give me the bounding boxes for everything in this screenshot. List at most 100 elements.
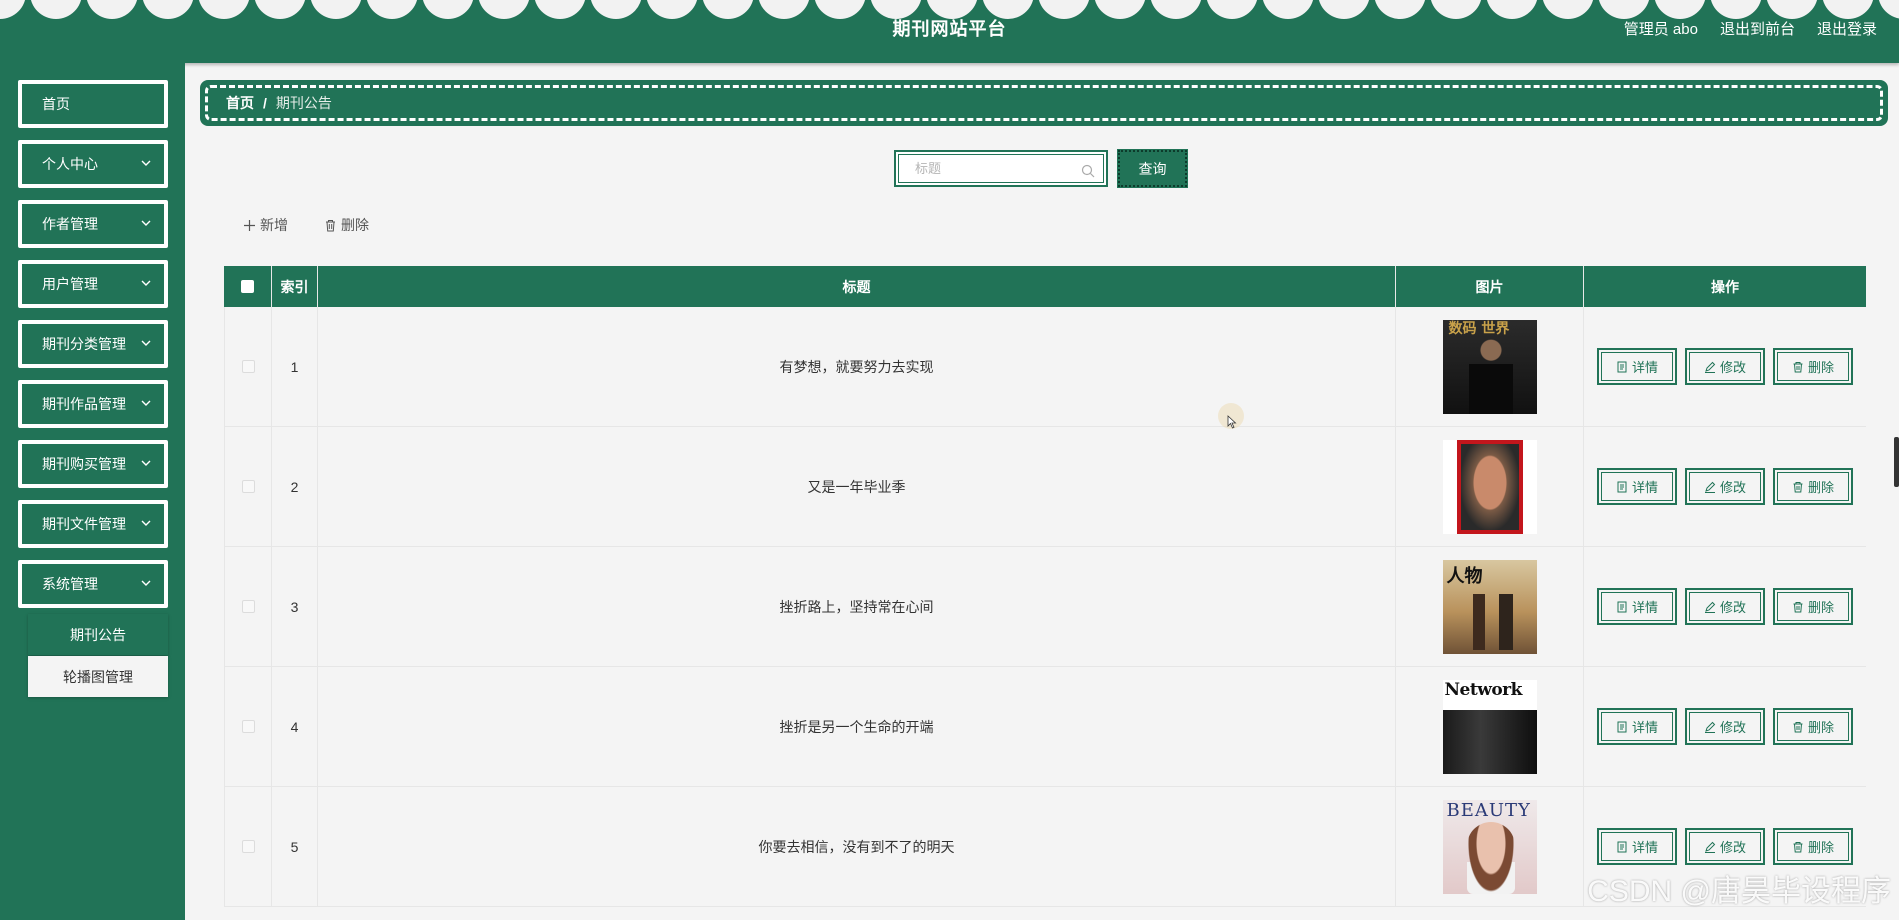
detail-button[interactable]: 详情 <box>1597 708 1677 745</box>
detail-label: 详情 <box>1631 480 1658 495</box>
delete-button[interactable]: 删除 <box>1773 828 1853 865</box>
chevron-down-icon <box>141 160 151 166</box>
delete-label: 删除 <box>1807 360 1834 375</box>
submenu-item-journal-announcement[interactable]: 期刊公告 <box>28 614 168 655</box>
table-row: 1 有梦想，就要努力去实现 数码 世界 详情 修改 删除 <box>224 307 1866 427</box>
title-search-input[interactable] <box>915 161 1065 176</box>
row-select-cell <box>224 427 272 546</box>
bulk-delete-button[interactable]: 删除 <box>324 215 369 235</box>
row-image-cell: 人物 <box>1396 547 1584 666</box>
row-select-cell <box>224 547 272 666</box>
edit-label: 修改 <box>1719 480 1746 495</box>
select-all-checkbox[interactable] <box>241 280 254 293</box>
sidebar-item-label: 首页 <box>42 96 70 112</box>
search-box <box>894 150 1108 187</box>
chevron-down-icon <box>141 220 151 226</box>
detail-label: 详情 <box>1631 840 1658 855</box>
row-title: 挫折是另一个生命的开端 <box>318 667 1396 786</box>
trash-icon <box>1793 361 1803 372</box>
sidebar-item-label: 期刊文件管理 <box>42 516 126 532</box>
row-index: 2 <box>272 427 318 546</box>
row-checkbox[interactable] <box>241 600 255 613</box>
sidebar-item-user-management[interactable]: 用户管理 <box>18 260 168 308</box>
trash-icon <box>1793 601 1803 612</box>
magazine-cover-image <box>1442 439 1537 534</box>
document-icon <box>1617 841 1627 852</box>
edit-button[interactable]: 修改 <box>1685 828 1765 865</box>
cover-title-text: BEAUTY <box>1446 799 1531 821</box>
sidebar-item-label: 个人中心 <box>42 156 98 172</box>
delete-button[interactable]: 删除 <box>1773 348 1853 385</box>
edit-button[interactable]: 修改 <box>1685 708 1765 745</box>
edit-button[interactable]: 修改 <box>1685 588 1765 625</box>
breadcrumb: 首页 / 期刊公告 <box>200 80 1888 126</box>
pencil-icon <box>1704 721 1716 733</box>
sidebar-item-journal-purchase[interactable]: 期刊购买管理 <box>18 440 168 488</box>
mouse-cursor <box>1218 403 1244 429</box>
column-header-image: 图片 <box>1396 266 1584 307</box>
edit-label: 修改 <box>1719 360 1746 375</box>
detail-button[interactable]: 详情 <box>1597 828 1677 865</box>
sidebar-item-author-management[interactable]: 作者管理 <box>18 200 168 248</box>
add-button[interactable]: 新增 <box>243 215 288 235</box>
row-checkbox[interactable] <box>241 840 255 853</box>
delete-button[interactable]: 删除 <box>1773 468 1853 505</box>
detail-button[interactable]: 详情 <box>1597 468 1677 505</box>
document-icon <box>1617 721 1627 732</box>
bulk-delete-label: 删除 <box>341 217 369 233</box>
column-header-actions: 操作 <box>1711 278 1739 295</box>
row-title: 你要去相信，没有到不了的明天 <box>318 787 1396 906</box>
sidebar-item-label: 系统管理 <box>42 576 98 592</box>
detail-button[interactable]: 详情 <box>1597 588 1677 625</box>
table-header: 索引 标题 图片 操作 <box>224 266 1866 307</box>
top-header: 期刊网站平台 管理员 abo 退出到前台 退出登录 <box>0 0 1899 63</box>
search-icon <box>1081 164 1095 178</box>
breadcrumb-current: 期刊公告 <box>275 95 332 111</box>
breadcrumb-inner: 首页 / 期刊公告 <box>205 85 1883 121</box>
edit-label: 修改 <box>1719 600 1746 615</box>
row-checkbox[interactable] <box>241 720 255 733</box>
sidebar-item-label: 作者管理 <box>42 216 98 232</box>
submenu-item-carousel-management[interactable]: 轮播图管理 <box>28 656 168 697</box>
row-index: 1 <box>272 307 318 426</box>
sidebar-item-home[interactable]: 首页 <box>18 80 168 128</box>
query-button[interactable]: 查询 <box>1117 149 1188 188</box>
row-select-cell <box>224 787 272 906</box>
delete-button[interactable]: 删除 <box>1773 708 1853 745</box>
cover-title-text: 人物 <box>1446 565 1483 587</box>
exit-to-front-link[interactable]: 退出到前台 <box>1720 18 1795 39</box>
edit-label: 修改 <box>1719 840 1746 855</box>
search-box-inner <box>898 154 1104 183</box>
table-row: 4 挫折是另一个生命的开端 Network 详情 修改 删除 <box>224 667 1866 787</box>
submenu-item-label: 期刊公告 <box>70 626 126 643</box>
sidebar-item-personal-center[interactable]: 个人中心 <box>18 140 168 188</box>
chevron-down-icon <box>141 580 151 586</box>
edit-button[interactable]: 修改 <box>1685 468 1765 505</box>
magazine-cover-image: BEAUTY <box>1442 799 1537 894</box>
detail-label: 详情 <box>1631 720 1658 735</box>
sidebar-item-journal-category[interactable]: 期刊分类管理 <box>18 320 168 368</box>
row-actions-cell: 详情 修改 删除 <box>1584 307 1866 426</box>
edit-button[interactable]: 修改 <box>1685 348 1765 385</box>
row-checkbox[interactable] <box>241 360 255 373</box>
magazine-cover-image: 人物 <box>1442 559 1537 654</box>
sidebar-item-label: 期刊分类管理 <box>42 336 126 352</box>
detail-button[interactable]: 详情 <box>1597 348 1677 385</box>
sidebar-item-journal-files[interactable]: 期刊文件管理 <box>18 500 168 548</box>
sidebar-item-system-management[interactable]: 系统管理 <box>18 560 168 608</box>
row-title: 挫折路上，坚持常在心间 <box>318 547 1396 666</box>
logout-link[interactable]: 退出登录 <box>1817 18 1877 39</box>
row-title: 又是一年毕业季 <box>318 427 1396 546</box>
sidebar-item-journal-works[interactable]: 期刊作品管理 <box>18 380 168 428</box>
delete-button[interactable]: 删除 <box>1773 588 1853 625</box>
cover-title-text: 数码 世界 <box>1448 320 1510 337</box>
row-select-cell <box>224 667 272 786</box>
magazine-cover-image: Network <box>1442 679 1537 774</box>
trash-icon <box>1793 721 1803 732</box>
chevron-down-icon <box>141 520 151 526</box>
announcement-table: 索引 标题 图片 操作 1 有梦想，就要努力去实现 数码 世界 详情 修改 删除… <box>224 266 1866 907</box>
page-scrollbar[interactable] <box>1894 437 1899 487</box>
magazine-cover-image: 数码 世界 <box>1442 319 1537 414</box>
row-checkbox[interactable] <box>241 480 255 493</box>
breadcrumb-home-link[interactable]: 首页 <box>226 93 254 113</box>
